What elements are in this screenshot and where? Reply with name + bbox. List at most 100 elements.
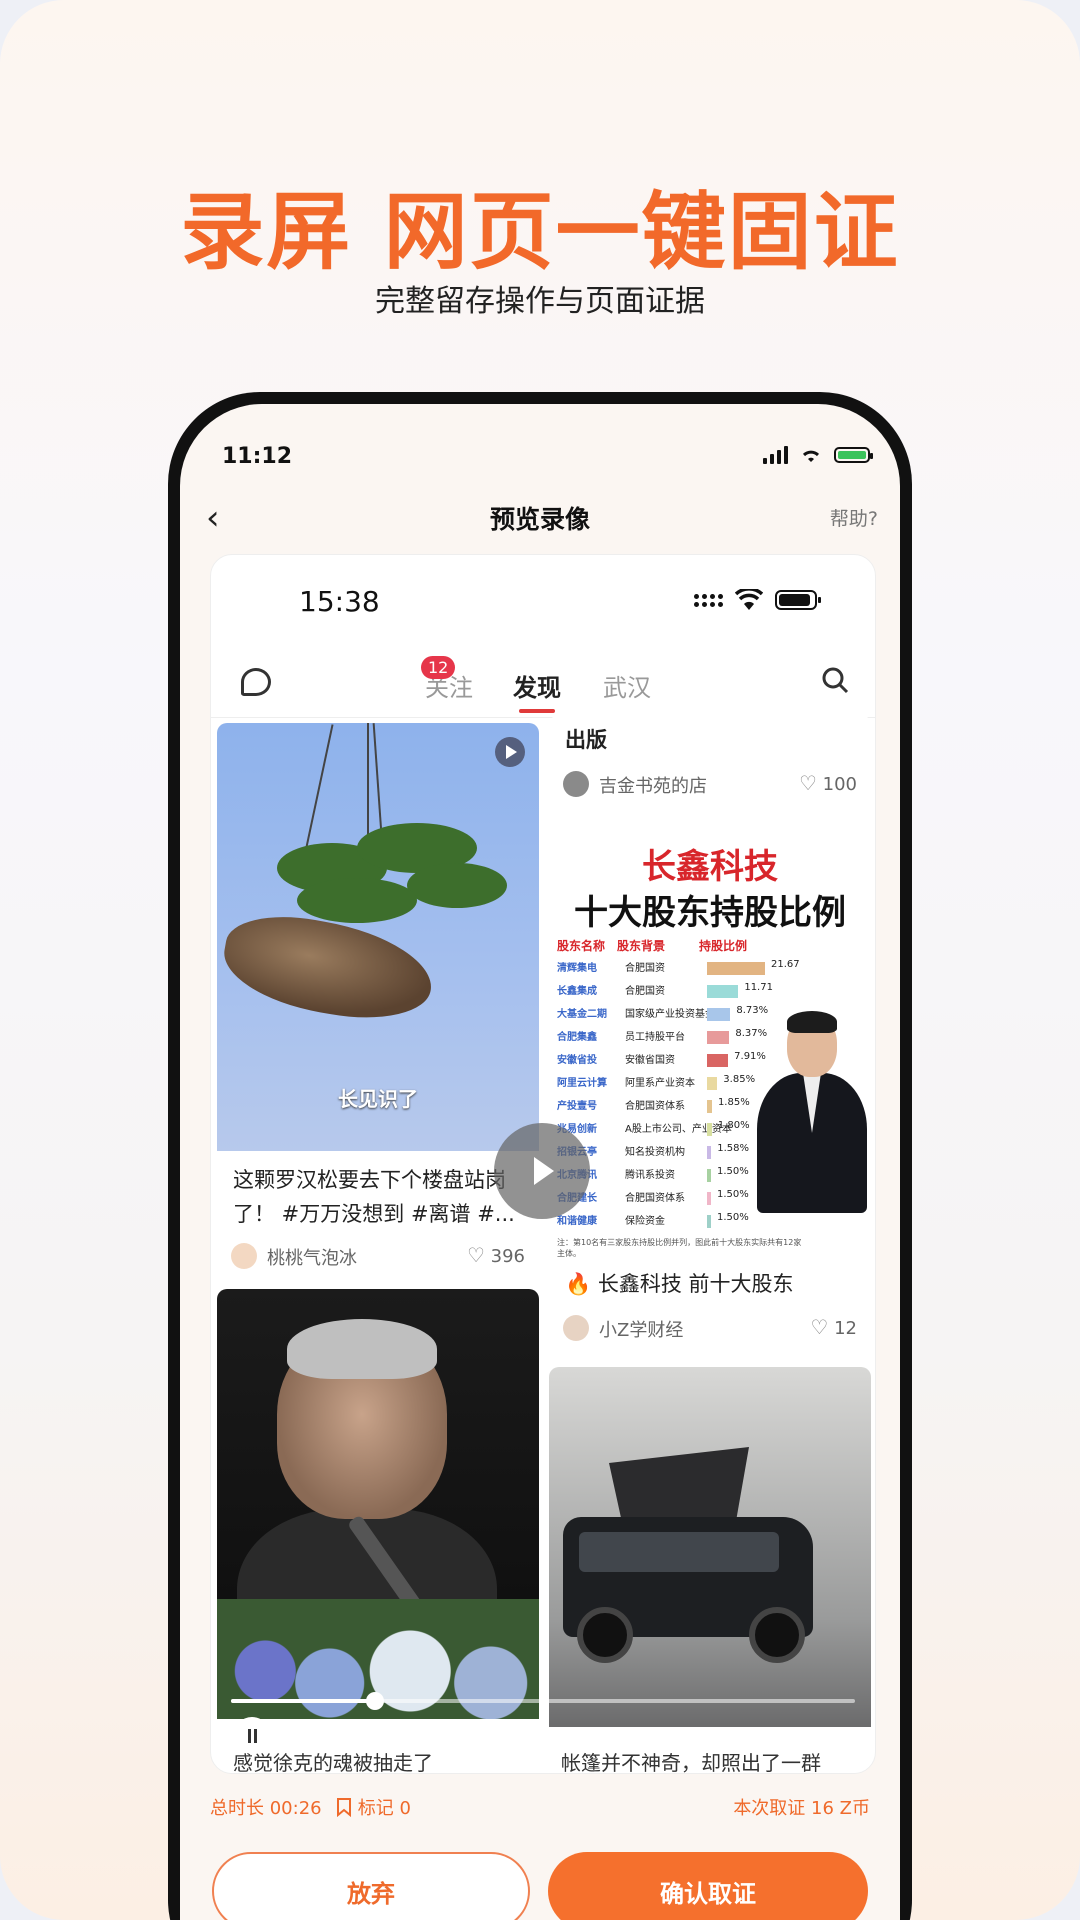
abandon-button[interactable]: 放弃 [212,1852,530,1920]
battery-icon [775,590,821,610]
chart-value: 1.50% [717,1166,749,1177]
recorded-status-time: 15:38 [299,585,380,618]
feed-card-shareholders[interactable]: 长鑫科技 十大股东持股比例 股东名称 股东背景 持股比例 清辉集电 合肥国资 21.… [549,825,871,1357]
speaker-image [217,1289,539,1719]
chart-row-bg: 合肥国资 [625,986,665,997]
chart-row-bg: 合肥国资 [625,963,665,974]
chart-row-name: 安徽省投 [557,1055,597,1066]
chart-row-name: 合肥集鑫 [557,1032,597,1043]
current-time: 00:06 [279,1725,328,1745]
chart-row-name: 阿里云计算 [557,1078,607,1089]
chart-note: 注：第10名有三家股东持股比例并列，图此前十大股东实际共有12家主体。 [557,1238,802,1258]
playback-progress-bar[interactable] [231,1692,855,1710]
post-title: 出版 [565,728,607,752]
heart-icon[interactable]: ♡ [810,1315,828,1339]
chart-row-bg: 保险资金 [625,1216,665,1227]
feed-card-bonsai[interactable]: 长见识了 这颗罗汉松要去下个楼盘站岗了！ #万万没想到 #离谱 #... 桃桃气… [217,723,539,1279]
chart-bar [707,1008,731,1021]
tab-discover[interactable]: 发现 [513,668,561,713]
chart-bar [707,1215,711,1228]
page-title: 预览录像 [489,505,590,534]
chart-row-name: 产投壹号 [557,1101,597,1112]
progress-knob[interactable] [365,1692,384,1710]
chart-row-bg: 阿里系产业资本 [625,1078,695,1089]
signal-icon [763,446,788,464]
promo-headline: 录屏 网页一键固证 [180,183,900,281]
avatar [231,1243,257,1269]
post-title: 🔥 长鑫科技 前十大股东 [565,1272,794,1296]
play-icon[interactable] [494,1123,590,1219]
post-author[interactable]: 小Z学财经 [599,1316,683,1342]
post-meta: 桃桃气泡冰 ♡ 396 [231,1241,525,1271]
confirm-evidence-button[interactable]: 确认取证 [548,1852,868,1920]
like-count: 12 [834,1318,857,1339]
post-meta: 吉金书苑的店 ♡ 100 [563,769,857,799]
executive-photo [757,1011,867,1215]
chart-row: 和谐健康 保险资金 1.50% [557,1212,817,1232]
device-status-bar: 11:12 [222,444,873,474]
chart-bar [707,1031,730,1044]
shareholder-chart-image: 长鑫科技 十大股东持股比例 股东名称 股东背景 持股比例 清辉集电 合肥国资 21.… [549,825,871,1258]
promo-subline: 完整留存操作与页面证据 [375,284,705,319]
promo-card: 录屏 网页一键固证 完整留存操作与页面证据 11:12 ‹ 预览录像 帮助? 1… [0,0,1080,1920]
chart-row-bg: 知名投资机构 [625,1147,685,1158]
feed-card-book[interactable]: 出版 吉金书苑的店 ♡ 100 [549,715,871,815]
heart-icon[interactable]: ♡ [467,1243,485,1267]
action-row: 放弃 确认取证 [212,1852,868,1920]
speaker-caption: 感觉徐克的魂被抽走了 [233,1751,433,1774]
tab-wuhan[interactable]: 武汉 [603,668,651,703]
chart-row-name: 清辉集电 [557,963,597,974]
chart-row-bg: 合肥国资体系 [625,1101,685,1112]
feed-card-car[interactable] [549,1367,871,1773]
chart-heading-1: 长鑫科技 [642,847,778,887]
device-time: 11:12 [222,444,293,469]
car-image [549,1367,871,1727]
battery-icon [834,447,873,463]
bonsai-image: 长见识了 [217,723,539,1151]
chart-row-name: 大基金二期 [557,1009,607,1020]
heart-icon[interactable]: ♡ [799,771,817,795]
like-count: 396 [490,1246,525,1267]
post-author[interactable]: 吉金书苑的店 [599,772,707,798]
chart-bar [707,1123,712,1136]
mark-count[interactable]: 标记 0 [336,1794,411,1820]
recording-preview[interactable]: 15:38 关注 12 发现 武汉 长见识了 这颗罗汉松要去下个楼盘站岗了！ #… [210,554,876,1774]
chart-value: 11.71 [744,982,773,993]
like-count: 100 [822,774,857,795]
wifi-icon [802,450,820,462]
chart-value: 1.50% [717,1189,749,1200]
chart-row-bg: 安徽省国资 [625,1055,675,1066]
post-title: 这颗罗汉松要去下个楼盘站岗了！ #万万没想到 #离谱 #... [233,1168,515,1226]
chart-row-bg: 国家级产业投资基金 [625,1009,715,1020]
following-badge: 12 [421,656,456,679]
chart-heading-2: 十大股东持股比例 [574,893,846,933]
nav-bar: ‹ 预览录像 帮助? [180,492,900,548]
chart-bar [707,985,739,998]
chart-bar [707,1100,712,1113]
search-icon[interactable] [821,666,849,694]
chart-col-share: 持股比例 [699,939,748,953]
post-meta: 小Z学财经 ♡ 12 [563,1313,857,1343]
help-link[interactable]: 帮助? [830,504,878,531]
chart-bar [707,1077,718,1090]
chart-value: 1.80% [717,1120,750,1131]
duration-speed[interactable]: 00:26 · 1.0x [753,1725,855,1745]
chart-col-name: 股东名称 [557,939,606,953]
total-duration: 总时长 00:26 [210,1798,322,1819]
bonsai-caption: 长见识了 [338,1087,418,1111]
chart-row-bg: 员工持股平台 [625,1032,685,1043]
feed-tabs: 关注 12 发现 武汉 [211,656,875,720]
chart-value: 21.67 [771,959,800,970]
chart-row-bg: A股上市公司、产业资本 [625,1124,732,1135]
phone-frame: 11:12 ‹ 预览录像 帮助? 15:38 关注 12 发现 武汉 长见识了 … [168,392,912,1920]
car-caption: 帐篷并不神奇，却照出了一群 [561,1751,821,1774]
phone-screen: 11:12 ‹ 预览录像 帮助? 15:38 关注 12 发现 武汉 长见识了 … [180,404,900,1920]
chat-icon[interactable] [241,668,271,696]
chart-value: 1.50% [717,1212,749,1223]
evidence-summary: 总时长 00:26 标记 0 本次取证 16 Z币 [210,1794,870,1824]
post-author[interactable]: 桃桃气泡冰 [267,1244,357,1270]
chart-value: 1.85% [717,1097,750,1108]
avatar [563,1315,589,1341]
chart-value: 1.58% [717,1143,749,1154]
chart-value: 3.85% [723,1074,756,1085]
